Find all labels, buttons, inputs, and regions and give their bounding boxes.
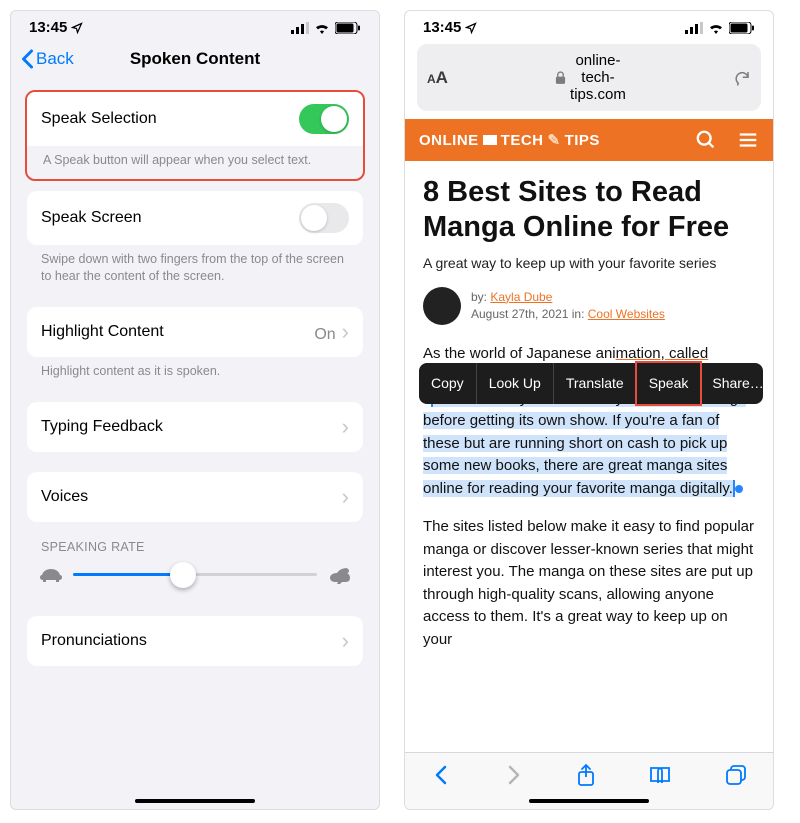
status-time: 13:45 (29, 19, 67, 36)
speak-selection-row[interactable]: Speak Selection (27, 92, 363, 146)
highlight-content-label: Highlight Content (41, 323, 164, 341)
bookmarks-icon[interactable] (648, 765, 672, 785)
speaking-rate-header: SPEAKING RATE (11, 522, 379, 558)
wifi-icon (314, 22, 330, 34)
rabbit-icon (327, 566, 351, 584)
speak-selection-highlight: Speak Selection A Speak button will appe… (25, 90, 365, 181)
text-selection-menu: Copy Look Up Translate Speak Share… (419, 363, 763, 404)
speak-selection-label: Speak Selection (41, 110, 157, 128)
chevron-right-icon: › (342, 319, 349, 344)
back-button[interactable]: Back (21, 49, 74, 69)
category-link[interactable]: Cool Websites (588, 307, 665, 321)
highlight-content-footer: Highlight content as it is spoken. (11, 357, 379, 392)
location-icon (71, 22, 83, 34)
site-header: ONLINE TECH ✎ TIPS (405, 119, 773, 161)
author-link[interactable]: Kayla Dube (490, 290, 552, 304)
signal-icon (685, 22, 703, 34)
slider-track[interactable] (73, 573, 317, 576)
paragraph-1[interactable]: As the world of Japanese animation, call… (423, 343, 755, 501)
speaking-rate-slider[interactable] (11, 558, 379, 596)
status-bar: 13:45 (405, 11, 773, 40)
signal-icon (291, 22, 309, 34)
safari-screen: 13:45 AA online-tech-tips.com ONLINE TEC… (404, 10, 774, 810)
share-button[interactable]: Share… (700, 363, 774, 404)
article-subtitle: A great way to keep up with your favorit… (423, 255, 755, 271)
reader-button[interactable]: AA (427, 68, 448, 88)
pronunciations-row[interactable]: Pronunciations › (27, 616, 363, 666)
translate-button[interactable]: Translate (554, 363, 637, 404)
avatar (423, 287, 461, 325)
speak-screen-toggle[interactable] (299, 203, 349, 233)
home-indicator[interactable] (135, 799, 255, 803)
typing-feedback-label: Typing Feedback (41, 418, 163, 436)
logo-square-icon (483, 135, 497, 145)
lookup-button[interactable]: Look Up (477, 363, 554, 404)
pronunciations-label: Pronunciations (41, 632, 147, 650)
settings-screen: 13:45 Back Spoken Content Speak Selectio… (10, 10, 380, 810)
speak-screen-row[interactable]: Speak Screen (27, 191, 363, 245)
hamburger-icon[interactable] (737, 129, 759, 151)
back-label: Back (36, 49, 74, 69)
nav-bar: Back Spoken Content (11, 40, 379, 82)
copy-button[interactable]: Copy (419, 363, 477, 404)
url-domain: online-tech-tips.com (570, 52, 626, 103)
speak-button[interactable]: Speak (635, 361, 703, 406)
typing-feedback-row[interactable]: Typing Feedback › (27, 402, 363, 452)
chevron-right-icon: › (342, 484, 349, 510)
highlight-content-row[interactable]: Highlight Content On › (27, 307, 363, 357)
tortoise-icon (39, 566, 63, 584)
nav-forward-icon (504, 765, 524, 785)
share-icon[interactable] (576, 763, 596, 787)
battery-icon (729, 22, 755, 34)
chevron-right-icon: › (342, 628, 349, 654)
battery-icon (335, 22, 361, 34)
home-indicator[interactable] (529, 799, 649, 803)
location-icon (465, 22, 477, 34)
status-time: 13:45 (423, 19, 461, 36)
speak-screen-footer: Swipe down with two fingers from the top… (11, 245, 379, 297)
byline: by: Kayla Dube August 27th, 2021 in: Coo… (423, 287, 755, 325)
refresh-icon[interactable] (733, 69, 751, 87)
selected-text: . Almost every anime usually starts as a… (423, 390, 746, 497)
speak-selection-footer: A Speak button will appear when you sele… (27, 146, 363, 179)
voices-row[interactable]: Voices › (27, 472, 363, 522)
lock-icon (555, 71, 566, 84)
site-logo[interactable]: ONLINE TECH ✎ TIPS (419, 131, 600, 149)
article-title: 8 Best Sites to Read Manga Online for Fr… (423, 175, 755, 245)
status-bar: 13:45 (11, 11, 379, 40)
wifi-icon (708, 22, 724, 34)
voices-label: Voices (41, 488, 88, 506)
address-bar[interactable]: AA online-tech-tips.com (417, 44, 761, 111)
tabs-icon[interactable] (725, 764, 747, 786)
highlight-content-value: On (314, 326, 335, 343)
chevron-left-icon (21, 49, 34, 69)
speak-screen-label: Speak Screen (41, 209, 142, 227)
speak-selection-toggle[interactable] (299, 104, 349, 134)
search-icon[interactable] (695, 129, 717, 151)
selection-end-handle[interactable] (735, 485, 743, 493)
chevron-right-icon: › (342, 414, 349, 440)
article: 8 Best Sites to Read Manga Online for Fr… (405, 161, 773, 651)
nav-back-icon[interactable] (431, 765, 451, 785)
slider-thumb[interactable] (170, 562, 196, 588)
paragraph-2: The sites listed below make it easy to f… (423, 516, 755, 651)
